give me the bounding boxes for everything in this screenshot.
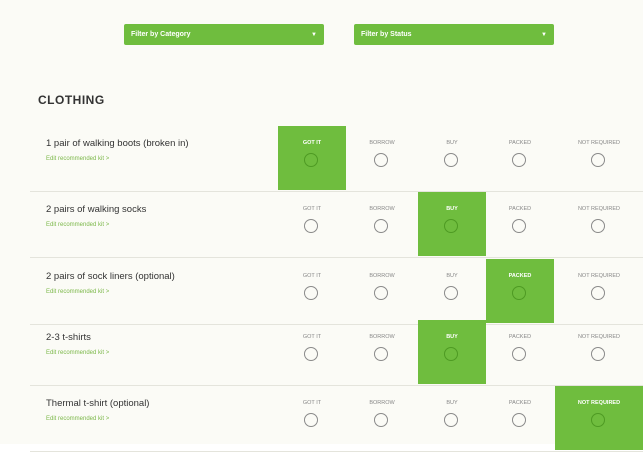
radio-circle-icon[interactable] (374, 286, 388, 300)
status-label: GOT IT (302, 206, 322, 212)
status-label: NOT REQUIRED (577, 273, 621, 279)
section-title: CLOTHING (38, 93, 105, 107)
radio-circle-icon[interactable] (374, 219, 388, 233)
radio-circle-icon[interactable] (512, 413, 526, 427)
status-label: BUY (446, 273, 458, 279)
status-option[interactable]: BUY (418, 259, 486, 323)
status-label: BUY (446, 400, 458, 406)
radio-circle-icon[interactable] (591, 153, 605, 167)
status-option[interactable]: GOT IT (278, 126, 346, 190)
radio-circle-icon[interactable] (444, 153, 458, 167)
status-label: GOT IT (302, 334, 322, 340)
radio-circle-icon[interactable] (444, 219, 458, 233)
radio-circle-icon[interactable] (304, 413, 318, 427)
status-label: PACKED (508, 140, 532, 146)
radio-circle-icon[interactable] (304, 219, 318, 233)
radio-circle-icon[interactable] (512, 286, 526, 300)
status-label: PACKED (508, 400, 532, 406)
status-option[interactable]: PACKED (486, 386, 554, 450)
status-label: PACKED (508, 273, 532, 279)
radio-circle-icon[interactable] (512, 347, 526, 361)
status-option[interactable]: BORROW (348, 192, 416, 256)
status-option[interactable]: PACKED (486, 320, 554, 384)
radio-circle-icon[interactable] (304, 153, 318, 167)
radio-circle-icon[interactable] (512, 153, 526, 167)
status-option[interactable]: NOT REQUIRED (555, 320, 643, 384)
kit-item-row: 1 pair of walking boots (broken in) Edit … (30, 126, 643, 192)
status-option[interactable]: PACKED (486, 192, 554, 256)
filter-by-category-label: Filter by Category (131, 31, 191, 38)
status-option[interactable]: GOT IT (278, 259, 346, 323)
status-option[interactable]: BUY (418, 320, 486, 384)
radio-circle-icon[interactable] (374, 347, 388, 361)
kit-item-row: 2-3 t-shirts Edit recommended kit > GOT IT… (30, 320, 643, 386)
edit-recommended-kit-link[interactable]: Edit recommended kit > (46, 222, 109, 228)
kit-list-page: Filter by Category ▼ Filter by Status ▼ … (0, 0, 643, 452)
chevron-down-icon: ▼ (311, 31, 317, 38)
status-label: PACKED (508, 334, 532, 340)
radio-circle-icon[interactable] (444, 347, 458, 361)
status-label: BORROW (369, 206, 395, 212)
status-label: NOT REQUIRED (577, 206, 621, 212)
status-option[interactable]: GOT IT (278, 192, 346, 256)
status-label: GOT IT (302, 273, 322, 279)
status-option[interactable]: BUY (418, 386, 486, 450)
status-label: BORROW (369, 400, 395, 406)
item-name: 2 pairs of walking socks (46, 204, 147, 215)
kit-item-row: 2 pairs of sock liners (optional) Edit re… (30, 259, 643, 325)
status-label: GOT IT (302, 400, 322, 406)
status-option[interactable]: NOT REQUIRED (555, 126, 643, 190)
status-option[interactable]: BORROW (348, 259, 416, 323)
status-option[interactable]: GOT IT (278, 386, 346, 450)
status-label: NOT REQUIRED (577, 400, 621, 406)
filter-by-status-dropdown[interactable]: Filter by Status ▼ (354, 24, 554, 45)
edit-recommended-kit-link[interactable]: Edit recommended kit > (46, 350, 109, 356)
kit-item-row: Thermal t-shirt (optional) Edit recommend… (30, 386, 643, 452)
radio-circle-icon[interactable] (591, 286, 605, 300)
status-option[interactable]: NOT REQUIRED (555, 386, 643, 450)
radio-circle-icon[interactable] (591, 413, 605, 427)
item-name: 2 pairs of sock liners (optional) (46, 271, 175, 282)
status-option[interactable]: BORROW (348, 320, 416, 384)
radio-circle-icon[interactable] (374, 153, 388, 167)
status-label: BORROW (369, 140, 395, 146)
radio-circle-icon[interactable] (591, 347, 605, 361)
status-label: BORROW (369, 334, 395, 340)
status-option[interactable]: PACKED (486, 126, 554, 190)
status-option[interactable]: BORROW (348, 386, 416, 450)
filter-bar: Filter by Category ▼ Filter by Status ▼ (0, 0, 643, 62)
status-option[interactable]: GOT IT (278, 320, 346, 384)
status-label: GOT IT (302, 140, 322, 146)
radio-circle-icon[interactable] (374, 413, 388, 427)
edit-recommended-kit-link[interactable]: Edit recommended kit > (46, 156, 109, 162)
status-label: BUY (446, 206, 458, 212)
item-name: Thermal t-shirt (optional) (46, 398, 150, 409)
chevron-down-icon: ▼ (541, 31, 547, 38)
status-label: NOT REQUIRED (577, 334, 621, 340)
edit-recommended-kit-link[interactable]: Edit recommended kit > (46, 289, 109, 295)
edit-recommended-kit-link[interactable]: Edit recommended kit > (46, 416, 109, 422)
status-option[interactable]: BUY (418, 126, 486, 190)
radio-circle-icon[interactable] (304, 347, 318, 361)
status-label: BUY (446, 140, 458, 146)
status-label: BUY (446, 334, 458, 340)
status-option[interactable]: BUY (418, 192, 486, 256)
item-name: 2-3 t-shirts (46, 332, 91, 343)
radio-circle-icon[interactable] (304, 286, 318, 300)
radio-circle-icon[interactable] (512, 219, 526, 233)
filter-by-status-label: Filter by Status (361, 31, 412, 38)
status-option[interactable]: PACKED (486, 259, 554, 323)
status-label: BORROW (369, 273, 395, 279)
radio-circle-icon[interactable] (444, 286, 458, 300)
radio-circle-icon[interactable] (444, 413, 458, 427)
status-label: NOT REQUIRED (577, 140, 621, 146)
status-option[interactable]: NOT REQUIRED (555, 192, 643, 256)
item-name: 1 pair of walking boots (broken in) (46, 138, 189, 149)
filter-by-category-dropdown[interactable]: Filter by Category ▼ (124, 24, 324, 45)
kit-item-row: 2 pairs of walking socks Edit recommended… (30, 192, 643, 258)
radio-circle-icon[interactable] (591, 219, 605, 233)
status-label: PACKED (508, 206, 532, 212)
status-option[interactable]: NOT REQUIRED (555, 259, 643, 323)
status-option[interactable]: BORROW (348, 126, 416, 190)
